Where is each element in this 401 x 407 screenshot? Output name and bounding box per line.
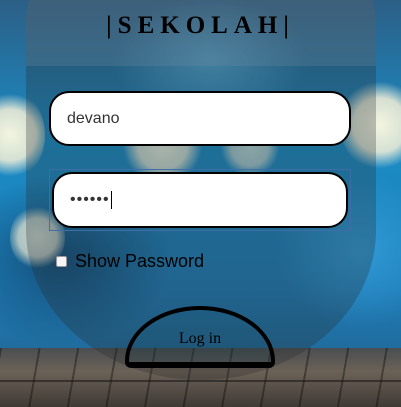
username-value: devano <box>67 110 120 127</box>
page-title: |SEKOLAH| <box>106 12 295 39</box>
text-caret <box>110 190 112 209</box>
show-password-label[interactable]: Show Password <box>75 251 204 272</box>
password-value: •••••• <box>70 191 110 208</box>
show-password-checkbox[interactable] <box>56 255 67 267</box>
floor-plank-seam <box>0 380 401 382</box>
password-input[interactable]: •••••• <box>52 172 348 228</box>
username-input[interactable]: devano <box>49 91 351 146</box>
show-password-row[interactable]: Show Password <box>56 251 204 271</box>
